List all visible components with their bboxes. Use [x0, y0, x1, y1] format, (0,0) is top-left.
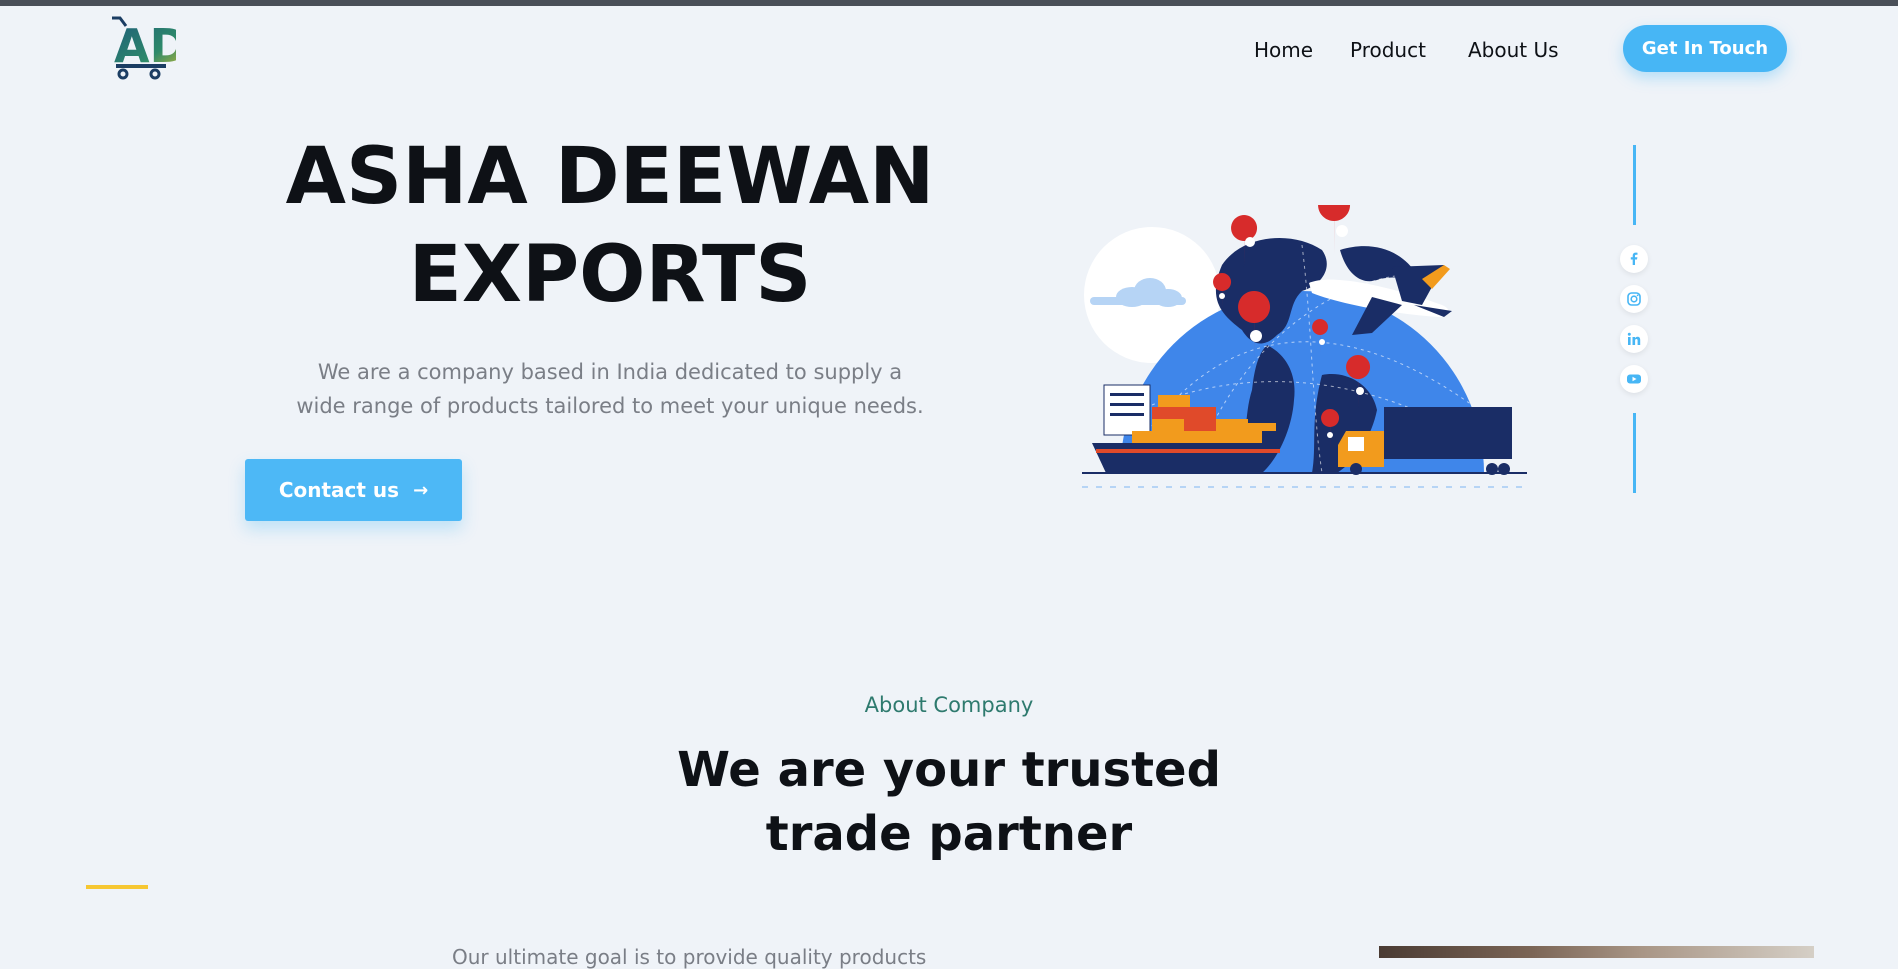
arrow-right-icon: →	[413, 479, 429, 501]
about-body-text: Our ultimate goal is to provide quality …	[452, 945, 927, 969]
nav-about-us[interactable]: About Us	[1468, 38, 1559, 62]
hero-title-line1: ASHA DEEWAN	[285, 132, 935, 222]
about-title: We are your trusted trade partner	[0, 738, 1898, 866]
contact-us-label: Contact us	[278, 478, 400, 502]
hero-title: ASHA DEEWAN EXPORTS	[210, 128, 1010, 324]
hero-title-line2: EXPORTS	[408, 230, 812, 320]
hero-subtitle-line2: wide range of products tailored to meet …	[296, 394, 924, 418]
company-logo[interactable]: AD	[108, 16, 176, 80]
nav-product[interactable]: Product	[1350, 38, 1426, 62]
about-photo	[1379, 946, 1814, 958]
about-eyebrow: About Company	[864, 693, 1034, 717]
about-title-line1: We are your trusted	[677, 742, 1221, 798]
linkedin-icon[interactable]	[1620, 325, 1648, 353]
global-logistics-illustration	[1082, 205, 1527, 488]
nav-home[interactable]: Home	[1254, 38, 1313, 62]
hero-subtitle-line1: We are a company based in India dedicate…	[317, 360, 903, 384]
get-in-touch-button[interactable]: Get In Touch	[1623, 25, 1787, 72]
facebook-icon[interactable]	[1620, 245, 1648, 273]
accent-divider	[86, 885, 148, 889]
youtube-icon[interactable]	[1620, 365, 1648, 393]
about-title-line2: trade partner	[765, 806, 1133, 862]
contact-us-button[interactable]: Contact us →	[245, 459, 462, 521]
instagram-icon[interactable]	[1620, 285, 1648, 313]
top-border	[0, 0, 1898, 6]
social-rail-top-line	[1633, 145, 1636, 225]
hero-subtitle: We are a company based in India dedicate…	[270, 355, 950, 423]
social-rail-bottom-line	[1633, 413, 1636, 493]
